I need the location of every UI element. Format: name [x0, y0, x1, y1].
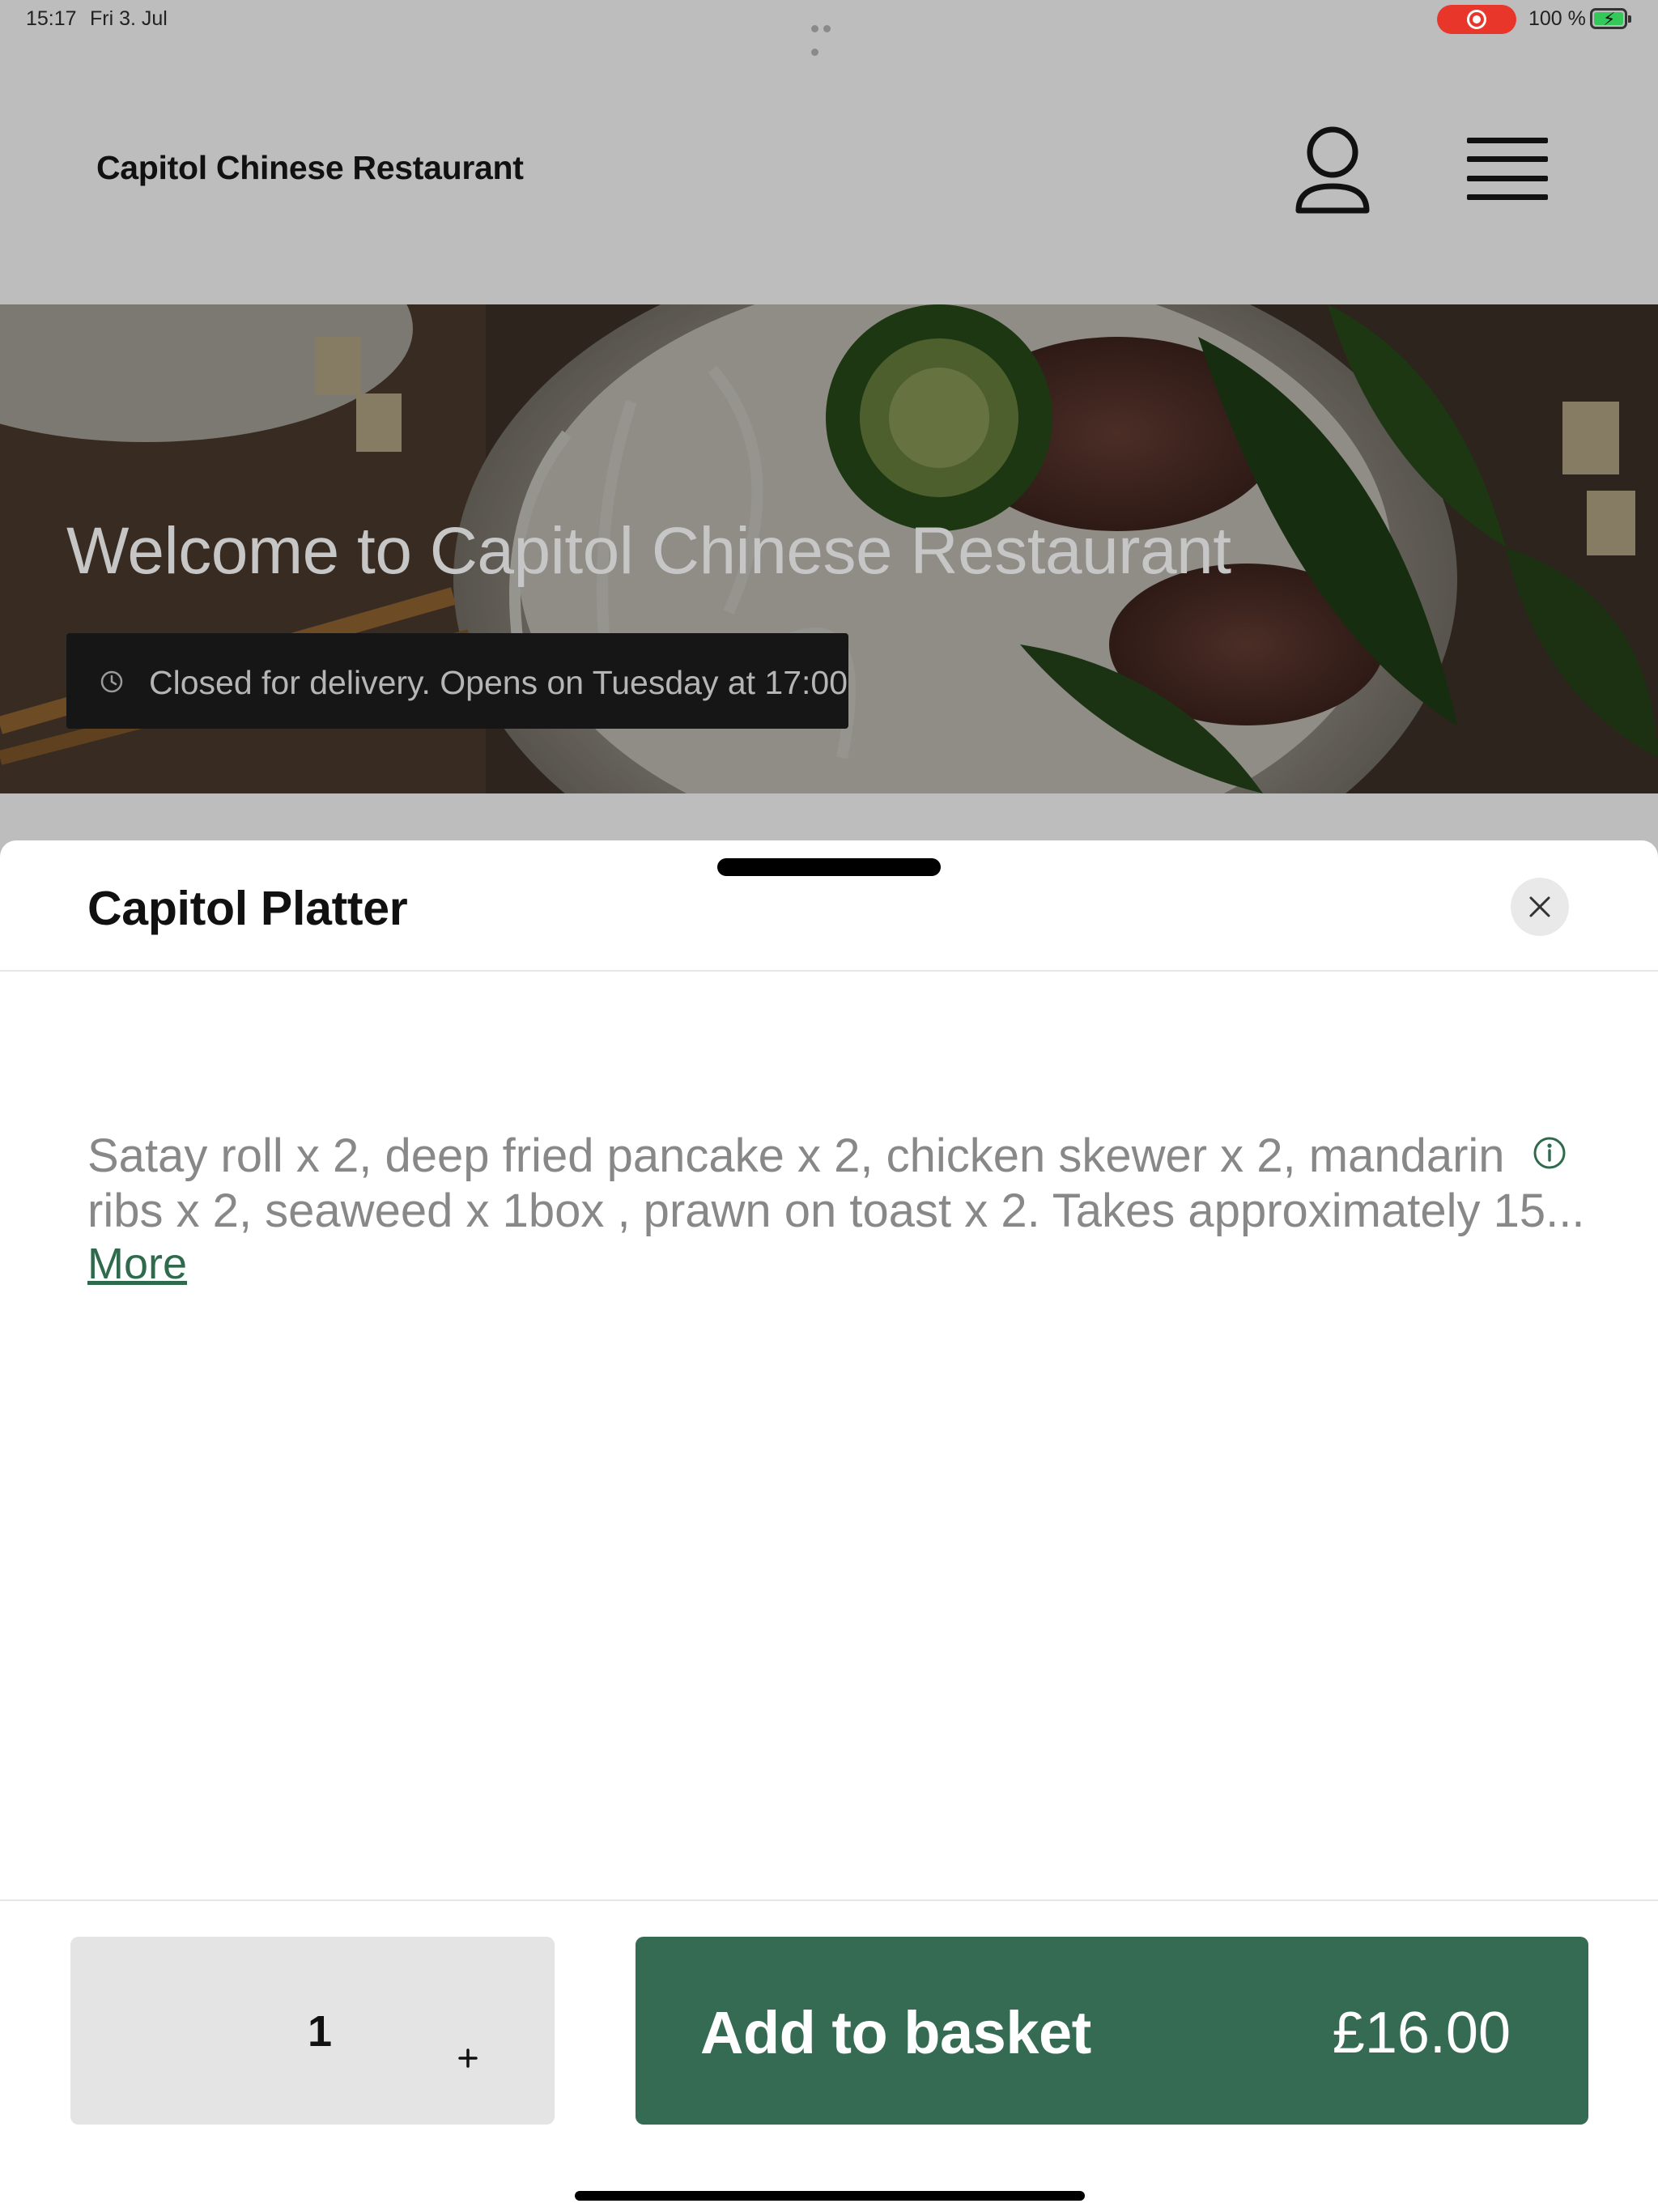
multitask-dots-icon[interactable]	[811, 15, 847, 56]
info-icon[interactable]	[1532, 1135, 1567, 1171]
clock-icon	[100, 670, 123, 693]
delivery-status-badge: Closed for delivery. Opens on Tuesday at…	[66, 633, 848, 729]
battery-charging-icon: ⚡	[1590, 8, 1631, 29]
close-icon	[1529, 896, 1550, 917]
home-indicator[interactable]	[575, 2191, 1085, 2201]
restaurant-name[interactable]: Capitol Chinese Restaurant	[96, 149, 524, 187]
description-line: Satay roll x 2, deep fried pancake x 2, …	[87, 1129, 1505, 1182]
add-to-basket-button[interactable]: Add to basket £16.00	[636, 1937, 1588, 2125]
battery-percent: 100 %	[1528, 7, 1586, 30]
profile-icon[interactable]	[1292, 126, 1373, 217]
footer-divider	[0, 1899, 1658, 1901]
app-screen: 15:17 Fri 3. Jul 100 % ⚡ Capitol Chinese…	[0, 0, 1658, 2212]
more-link[interactable]: More	[87, 1239, 187, 1289]
close-button[interactable]	[1511, 878, 1569, 936]
status-time: 15:17	[26, 7, 77, 30]
item-price: £16.00	[1332, 2001, 1511, 2065]
item-title: Capitol Platter	[87, 882, 408, 935]
hero-title: Welcome to Capitol Chinese Restaurant	[66, 514, 1231, 588]
add-to-basket-label: Add to basket	[700, 1999, 1091, 2066]
quantity-value: 1	[307, 2007, 333, 2056]
quantity-stepper: 1	[70, 1937, 555, 2125]
screen-recording-icon[interactable]	[1437, 5, 1516, 34]
item-detail-sheet: Capitol Platter Satay roll x 2, deep fri…	[0, 840, 1658, 2212]
status-date: Fri 3. Jul	[90, 7, 168, 30]
plus-icon[interactable]	[447, 2037, 489, 2079]
status-bar: 15:17 Fri 3. Jul 100 % ⚡	[0, 0, 1658, 56]
hamburger-menu-icon[interactable]	[1467, 134, 1551, 206]
item-description: Satay roll x 2, deep fried pancake x 2, …	[87, 1129, 1585, 1239]
delivery-status-text: Closed for delivery. Opens on Tuesday at…	[149, 664, 848, 701]
sheet-divider	[0, 970, 1658, 972]
description-line: ribs x 2, seaweed x 1box , prawn on toas…	[87, 1185, 1585, 1237]
hero-banner: Welcome to Capitol Chinese Restaurant Cl…	[0, 304, 1658, 793]
sheet-grabber[interactable]	[717, 858, 941, 876]
site-header: Capitol Chinese Restaurant	[0, 39, 1658, 304]
